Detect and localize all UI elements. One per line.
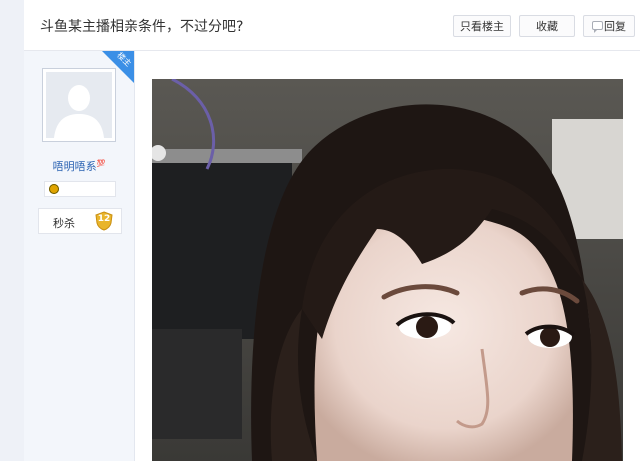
thread-title: 斗鱼某主播相亲条件，不过分吧? — [40, 19, 244, 35]
level-icon — [49, 184, 59, 194]
reply-button[interactable]: 回复 — [583, 15, 635, 37]
thread-header: 斗鱼某主播相亲条件，不过分吧? 只看楼主 收藏 回复 — [24, 0, 640, 51]
username-link[interactable]: 唔明唔系💯 — [24, 158, 134, 174]
favorite-button[interactable]: 收藏 — [519, 15, 575, 37]
only-owner-button[interactable]: 只看楼主 — [453, 15, 511, 37]
selfie-photo-image — [152, 79, 623, 461]
author-sidebar: 楼主 唔明唔系💯 秒杀 12 — [24, 51, 135, 461]
default-avatar-icon — [46, 72, 112, 138]
level-bar — [44, 181, 116, 197]
reply-label: 回复 — [604, 20, 626, 33]
reply-icon — [592, 21, 603, 33]
post-photo[interactable] — [152, 79, 623, 461]
rank-level: 12 — [97, 214, 111, 224]
avatar[interactable] — [42, 68, 116, 142]
rank-badge[interactable]: 秒杀 12 — [38, 208, 122, 234]
username-text: 唔明唔系 — [52, 160, 97, 173]
username-badge: 💯 — [96, 159, 106, 168]
rank-title: 秒杀 — [53, 217, 75, 230]
post-content — [135, 51, 640, 461]
